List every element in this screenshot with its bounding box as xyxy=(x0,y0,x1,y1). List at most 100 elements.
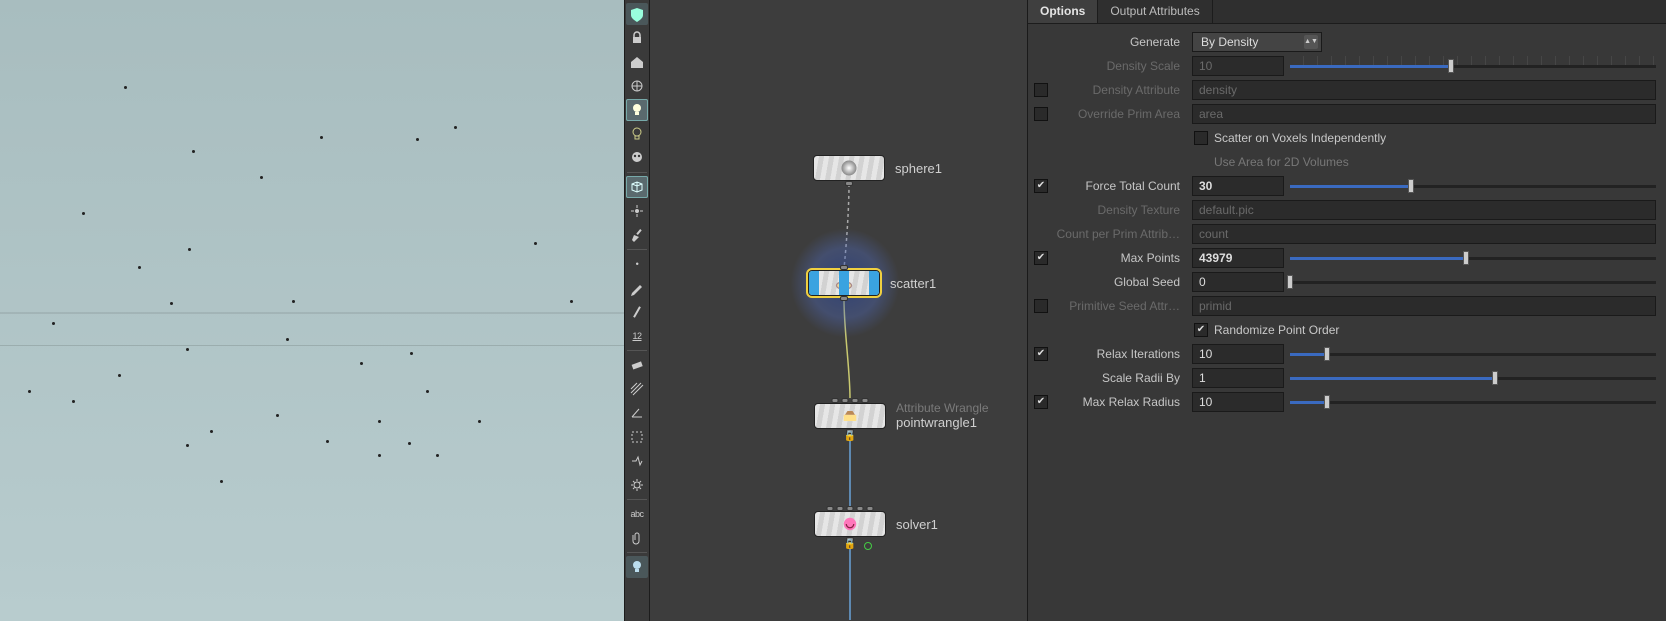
scale-radii-by-slider[interactable] xyxy=(1290,371,1656,385)
viewport-point xyxy=(186,348,189,351)
relax-iterations-slider[interactable] xyxy=(1290,347,1656,361)
param-generate: Generate By Density ▲▼ xyxy=(1032,30,1656,54)
viewport-point xyxy=(28,390,31,393)
max-points-slider[interactable] xyxy=(1290,251,1656,265)
viewport-point xyxy=(292,300,295,303)
node-type-label: Attribute Wrangle xyxy=(896,402,989,416)
network-view[interactable]: sphere1 scatter1 🔒 xyxy=(650,0,1028,621)
lightbulb-outline-icon[interactable] xyxy=(626,123,648,145)
lock-icon: 🔒 xyxy=(844,431,856,442)
viewport-point xyxy=(124,86,127,89)
force-total-count-field[interactable] xyxy=(1192,176,1284,196)
viewport-point xyxy=(276,414,279,417)
wand-icon[interactable] xyxy=(626,301,648,323)
scale-radii-by-field[interactable] xyxy=(1192,368,1284,388)
cube-icon[interactable] xyxy=(626,176,648,198)
node-pointwrangle[interactable]: 🔒 Attribute Wrangle pointwrangle1 xyxy=(814,402,989,431)
viewport-point xyxy=(436,454,439,457)
viewport-point xyxy=(286,338,289,341)
viewport-point xyxy=(478,420,481,423)
pen-icon[interactable] xyxy=(626,277,648,299)
dot-icon[interactable]: • xyxy=(626,253,648,275)
param-relax-iterations: Relax Iterations xyxy=(1032,342,1656,366)
viewport-point xyxy=(454,126,457,129)
eraser-icon[interactable] xyxy=(626,354,648,376)
param-density-attribute: Density Attribute xyxy=(1032,78,1656,102)
camera-lock-icon[interactable] xyxy=(626,3,648,25)
prim-seed-attr-toggle[interactable] xyxy=(1034,299,1048,313)
lightbulb-icon[interactable] xyxy=(626,99,648,121)
density-scale-slider[interactable] xyxy=(1290,59,1656,73)
toolbar-separator xyxy=(627,499,647,500)
randomize-order-toggle[interactable] xyxy=(1194,323,1208,337)
scatter-voxels-toggle[interactable] xyxy=(1194,131,1208,145)
viewport-point xyxy=(534,242,537,245)
node-sphere[interactable]: sphere1 xyxy=(813,155,942,181)
param-tabs: Options Output Attributes xyxy=(1028,0,1666,24)
prim-seed-attr-field[interactable] xyxy=(1192,296,1656,316)
density-attribute-toggle[interactable] xyxy=(1034,83,1048,97)
lock-icon[interactable] xyxy=(626,27,648,49)
count-per-prim-field[interactable] xyxy=(1192,224,1656,244)
node-scatter[interactable]: scatter1 xyxy=(808,270,936,296)
home-icon[interactable] xyxy=(626,51,648,73)
max-relax-radius-field[interactable] xyxy=(1192,392,1284,412)
viewport-point xyxy=(192,150,195,153)
brush-icon[interactable] xyxy=(626,224,648,246)
param-density-texture: Density Texture xyxy=(1032,198,1656,222)
globe-icon[interactable] xyxy=(626,75,648,97)
viewport-3d[interactable] xyxy=(0,0,624,621)
snap-icon[interactable] xyxy=(626,450,648,472)
param-randomize-order: Randomize Point Order xyxy=(1032,318,1656,342)
param-count-per-prim: Count per Prim Attrib… xyxy=(1032,222,1656,246)
max-points-field[interactable] xyxy=(1192,248,1284,268)
node-label: solver1 xyxy=(896,517,938,532)
horizon-line xyxy=(0,312,624,314)
number-label[interactable]: 12 xyxy=(626,325,648,347)
gear-icon[interactable] xyxy=(626,474,648,496)
force-total-count-slider[interactable] xyxy=(1290,179,1656,193)
node-label: scatter1 xyxy=(890,276,936,291)
density-texture-field[interactable] xyxy=(1192,200,1656,220)
select-box-icon[interactable] xyxy=(626,426,648,448)
force-total-count-toggle[interactable] xyxy=(1034,179,1048,193)
paperclip-icon[interactable] xyxy=(626,527,648,549)
global-seed-field[interactable] xyxy=(1192,272,1284,292)
max-relax-radius-slider[interactable] xyxy=(1290,395,1656,409)
angle-icon[interactable] xyxy=(626,402,648,424)
viewport-point xyxy=(210,430,213,433)
density-attribute-field[interactable] xyxy=(1192,80,1656,100)
viewport-point xyxy=(326,440,329,443)
skull-icon[interactable] xyxy=(626,147,648,169)
pivot-icon[interactable] xyxy=(626,200,648,222)
param-max-points: Max Points xyxy=(1032,246,1656,270)
relax-iterations-toggle[interactable] xyxy=(1034,347,1048,361)
abc-label[interactable]: abc xyxy=(626,503,648,525)
relax-iterations-field[interactable] xyxy=(1192,344,1284,364)
max-relax-radius-toggle[interactable] xyxy=(1034,395,1048,409)
ground-line xyxy=(0,345,624,346)
max-points-toggle[interactable] xyxy=(1034,251,1048,265)
display-flag-icon[interactable] xyxy=(864,542,872,550)
tab-output-attributes[interactable]: Output Attributes xyxy=(1098,0,1212,23)
viewport-point xyxy=(82,212,85,215)
lightbulb-active-icon[interactable] xyxy=(626,556,648,578)
viewport-point xyxy=(260,176,263,179)
viewport-point xyxy=(570,300,573,303)
global-seed-slider[interactable] xyxy=(1290,275,1656,289)
tab-options[interactable]: Options xyxy=(1028,0,1098,23)
viewport-point xyxy=(72,400,75,403)
toolbar-separator xyxy=(627,172,647,173)
override-prim-area-toggle[interactable] xyxy=(1034,107,1048,121)
param-override-prim-area: Override Prim Area xyxy=(1032,102,1656,126)
node-solver[interactable]: 🔒 solver1 xyxy=(814,511,938,537)
density-scale-field[interactable] xyxy=(1192,56,1284,76)
hatch-icon[interactable] xyxy=(626,378,648,400)
viewport-point xyxy=(320,136,323,139)
viewport-point xyxy=(170,302,173,305)
parameter-pane: Options Output Attributes Generate By De… xyxy=(1028,0,1666,621)
viewport-point xyxy=(360,362,363,365)
override-prim-area-field[interactable] xyxy=(1192,104,1656,124)
viewport-point xyxy=(52,322,55,325)
generate-select[interactable]: By Density ▲▼ xyxy=(1192,32,1322,52)
